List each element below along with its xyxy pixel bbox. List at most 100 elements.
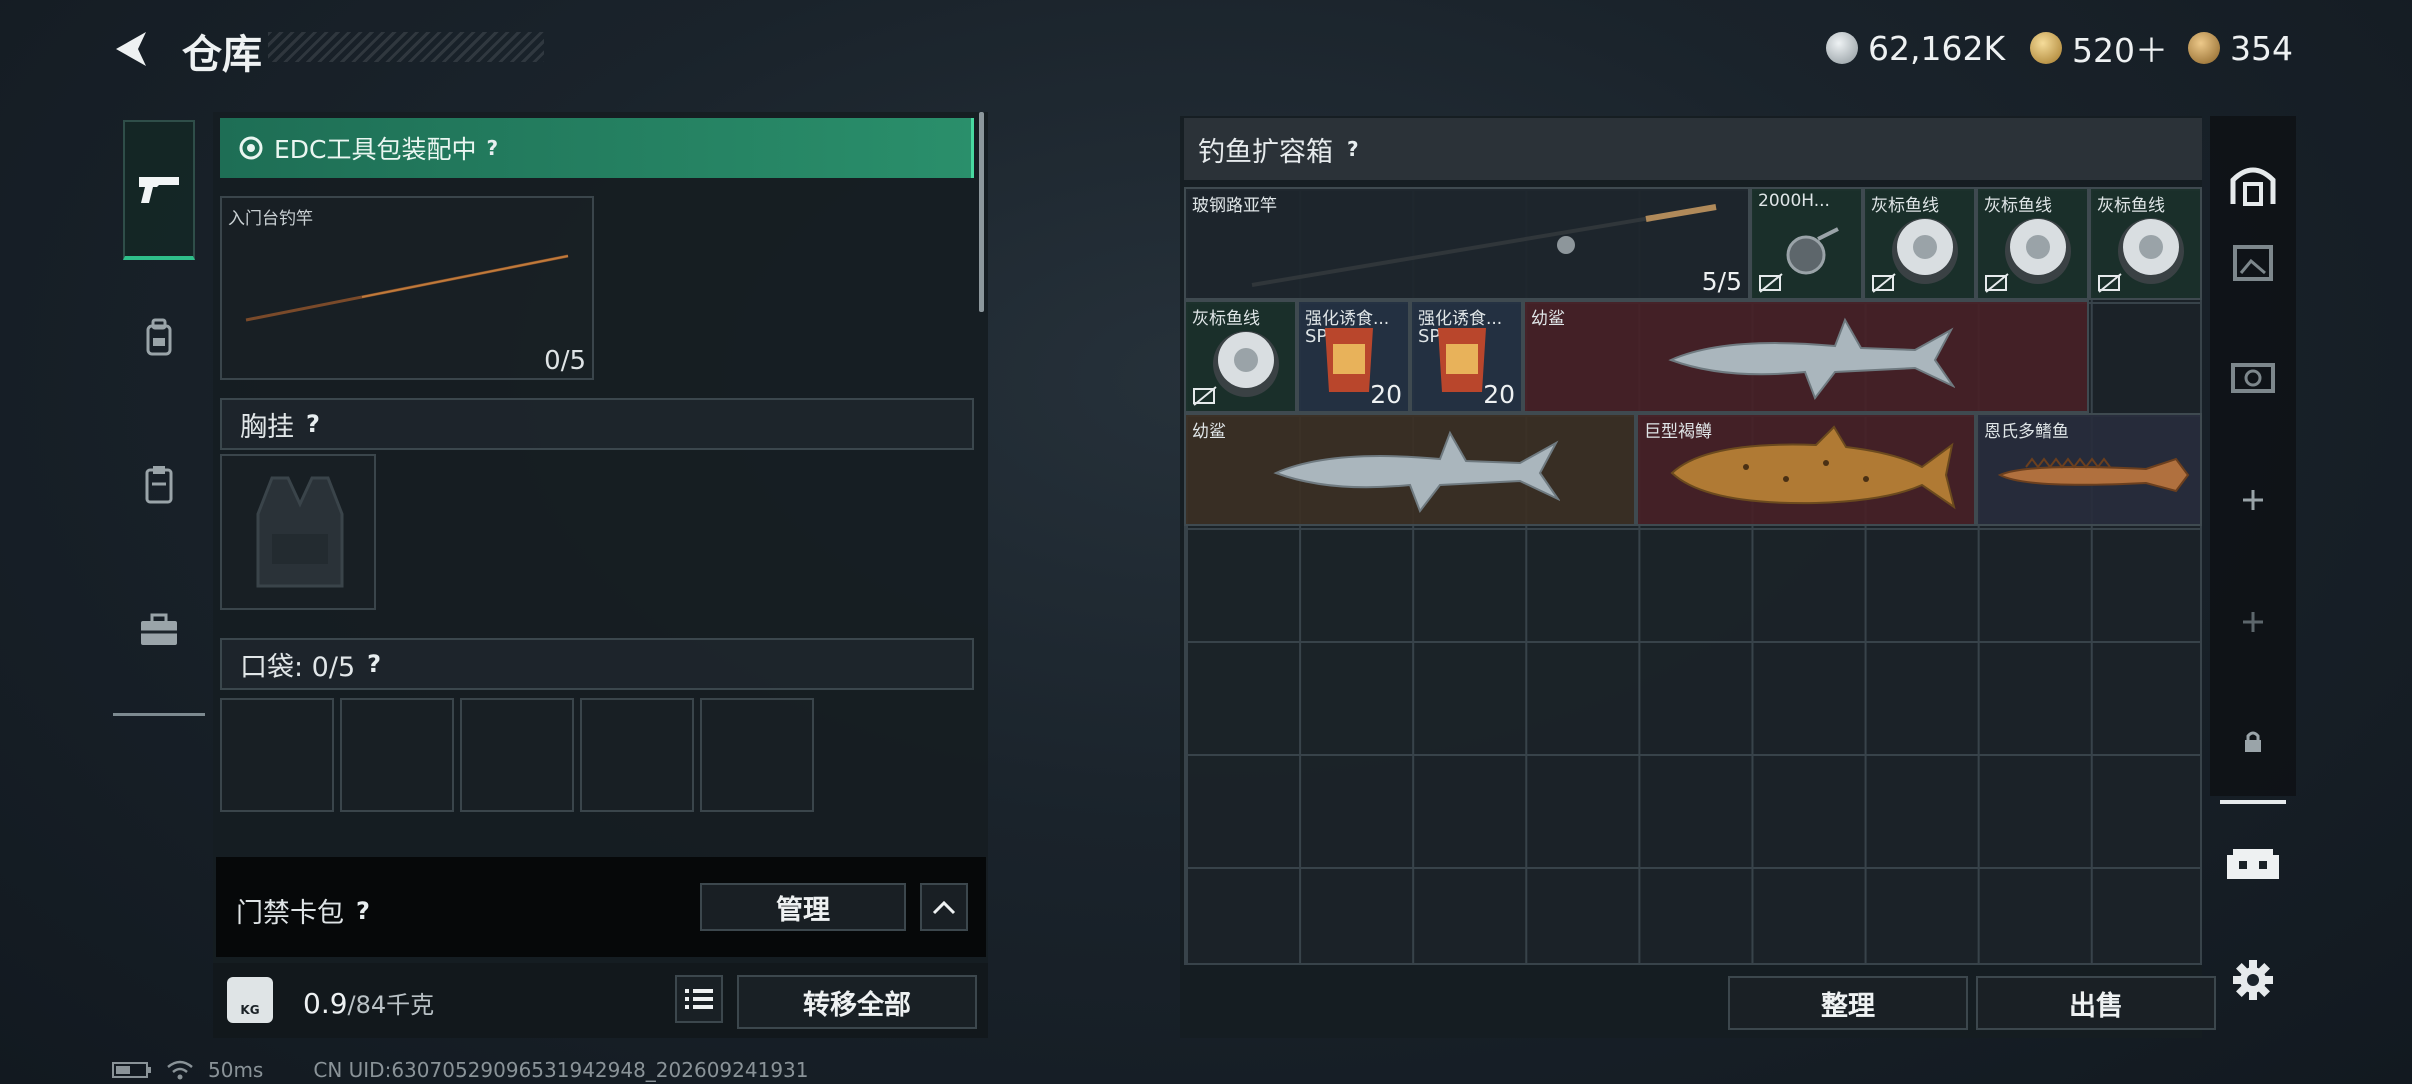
item-name: 恩氏多鳍鱼 bbox=[1984, 422, 2069, 442]
chest-rig-help-icon[interactable]: ? bbox=[306, 410, 320, 438]
back-arrow-icon bbox=[116, 32, 146, 66]
fishing-line-spool-image bbox=[2118, 218, 2184, 284]
rail-photo-button[interactable] bbox=[2218, 228, 2288, 298]
currency-bronze-value: 354 bbox=[2230, 28, 2293, 68]
bronze-token-icon bbox=[2188, 32, 2220, 64]
lure-rod-image bbox=[1251, 204, 1717, 287]
edc-status-bar: EDC工具包装配中 ? bbox=[220, 118, 974, 178]
loadout-scrollbar[interactable] bbox=[979, 112, 984, 312]
item-name: 幼鲨 bbox=[1531, 309, 1565, 329]
container-help-icon[interactable]: ? bbox=[1347, 137, 1359, 161]
rail-lock-button[interactable] bbox=[2218, 712, 2288, 772]
item-gray-line-4[interactable]: 灰标鱼线 bbox=[1184, 300, 1297, 413]
backpack-icon bbox=[146, 318, 172, 356]
rail-camera-button[interactable] bbox=[2218, 340, 2288, 410]
tab-backpack[interactable] bbox=[123, 268, 195, 408]
item-gray-line-2[interactable]: 灰标鱼线 bbox=[1976, 187, 2089, 300]
item-giant-brown-trout[interactable]: 巨型褐鳟 bbox=[1636, 413, 1976, 526]
vest-placeholder-icon bbox=[256, 476, 344, 588]
shark-image bbox=[1668, 317, 1955, 401]
keycard-label: 门禁卡包 bbox=[236, 898, 344, 929]
weight-icon: KG bbox=[227, 977, 273, 1023]
item-enhanced-bait-1[interactable]: 强化诱食... SP 20 bbox=[1297, 300, 1410, 413]
pocket-help-icon[interactable]: ? bbox=[367, 650, 381, 678]
item-fiberglass-lure-rod[interactable]: 玻钢路亚竿 5/5 bbox=[1184, 187, 1750, 300]
status-line: 50ms CN UID:6307052909653194294​8_202609… bbox=[112, 1058, 809, 1082]
pocket-slot-1[interactable] bbox=[220, 698, 334, 812]
chest-rig-label: 胸挂 bbox=[240, 411, 294, 443]
item-count: 20 bbox=[1483, 380, 1515, 409]
clipboard-icon bbox=[145, 466, 173, 504]
weight-bar: KG 0.9/84千克 转移全部 bbox=[213, 963, 988, 1038]
chest-rig-slot[interactable] bbox=[220, 454, 376, 610]
title-decoration bbox=[268, 32, 544, 62]
plus-icon bbox=[2243, 490, 2263, 510]
list-view-button[interactable] bbox=[675, 975, 723, 1023]
weight-readout: 0.9/84千克 bbox=[303, 985, 434, 1020]
trout-image bbox=[1670, 425, 1956, 510]
no-sell-icon bbox=[2098, 273, 2122, 293]
pistol-icon bbox=[139, 177, 179, 203]
item-enhanced-bait-2[interactable]: 强化诱食... SP 20 bbox=[1410, 300, 1523, 413]
camera-icon bbox=[2231, 363, 2275, 393]
container-header: 钓鱼扩容箱 ? bbox=[1184, 118, 2202, 180]
pocket-label: 口袋: 0/5 bbox=[240, 651, 356, 683]
item-young-shark-1[interactable]: 幼鲨 bbox=[1523, 300, 2089, 413]
lock-icon bbox=[2245, 731, 2261, 752]
edc-help-icon[interactable]: ? bbox=[487, 136, 499, 160]
pocket-slot-3[interactable] bbox=[460, 698, 574, 812]
manage-button[interactable]: 管理 bbox=[700, 883, 906, 931]
gold-token-icon bbox=[2030, 32, 2062, 64]
item-young-shark-2[interactable]: 幼鲨 bbox=[1184, 413, 1636, 526]
pocket-header: 口袋: 0/5 ? bbox=[220, 638, 974, 690]
item-count: 20 bbox=[1370, 380, 1402, 409]
rod-slot-count: 0/5 bbox=[544, 346, 586, 376]
weight-current: 0.9 bbox=[303, 987, 348, 1020]
tab-vest[interactable] bbox=[123, 414, 195, 554]
keycard-help-icon[interactable]: ? bbox=[356, 897, 370, 925]
back-button[interactable] bbox=[110, 26, 156, 72]
rail-add-button-1[interactable] bbox=[2218, 470, 2288, 530]
battery-icon bbox=[112, 1062, 151, 1078]
shark-image bbox=[1273, 430, 1560, 514]
left-tab-rail bbox=[113, 108, 205, 716]
chest-rig-header: 胸挂 ? bbox=[220, 398, 974, 450]
fishing-line-spool-image bbox=[1213, 331, 1279, 397]
pocket-slot-2[interactable] bbox=[340, 698, 454, 812]
pocket-slot-5[interactable] bbox=[700, 698, 814, 812]
no-sell-icon bbox=[1872, 273, 1896, 293]
fishing-box-icon bbox=[2227, 849, 2279, 879]
settings-button[interactable] bbox=[2218, 948, 2288, 1012]
tab-toolbox[interactable] bbox=[123, 560, 195, 700]
storage-icon bbox=[2230, 167, 2276, 206]
reel-image bbox=[1786, 227, 1839, 275]
uid-readout: CN UID:6307052909653194294​8_20260924193… bbox=[313, 1058, 809, 1082]
currency-gold: 520＋ bbox=[2030, 26, 2168, 70]
list-icon bbox=[685, 989, 713, 1009]
rod-slot[interactable]: 入门台钓竿 0/5 bbox=[220, 196, 594, 380]
sell-button[interactable]: 出售 bbox=[1976, 976, 2216, 1030]
rail-divider bbox=[2220, 800, 2286, 804]
rail-storage-button[interactable] bbox=[2218, 144, 2288, 224]
item-name: 2000H... bbox=[1758, 191, 1830, 211]
item-gray-line-1[interactable]: 灰标鱼线 bbox=[1863, 187, 1976, 300]
weight-max: /84千克 bbox=[347, 991, 435, 1019]
item-reel[interactable]: 2000H... bbox=[1750, 187, 1863, 300]
rod-slot-name: 入门台钓竿 bbox=[228, 209, 313, 229]
sort-button[interactable]: 整理 bbox=[1728, 976, 1968, 1030]
rail-fishing-container-button[interactable] bbox=[2218, 830, 2288, 900]
pocket-slot-4[interactable] bbox=[580, 698, 694, 812]
bichir-image bbox=[1997, 457, 2190, 493]
page-title: 仓库 bbox=[182, 32, 262, 78]
item-count: 5/5 bbox=[1701, 267, 1742, 296]
tab-weapons[interactable] bbox=[123, 120, 195, 260]
wifi-icon bbox=[167, 1060, 193, 1080]
collapse-button[interactable] bbox=[920, 883, 968, 931]
currency-silver-value: 62,162K bbox=[1868, 28, 2006, 68]
item-bichir[interactable]: 恩氏多鳍鱼 bbox=[1976, 413, 2202, 526]
frame-icon bbox=[2233, 245, 2273, 281]
transfer-all-button[interactable]: 转移全部 bbox=[737, 975, 977, 1029]
rail-add-button-2[interactable] bbox=[2218, 592, 2288, 652]
item-gray-line-3[interactable]: 灰标鱼线 bbox=[2089, 187, 2202, 300]
keycard-title: 门禁卡包 ? bbox=[236, 891, 370, 930]
